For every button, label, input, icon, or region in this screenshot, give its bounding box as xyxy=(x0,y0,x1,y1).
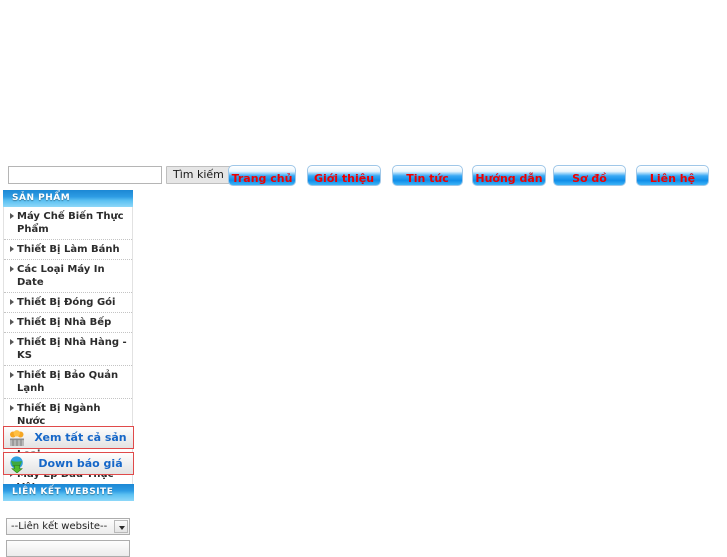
sidebar-action-buttons: Xem tất cả sản phẩm Down báo giá xyxy=(3,426,134,478)
chevron-down-icon xyxy=(114,520,128,533)
nav-button-3[interactable]: Hướng dẫn xyxy=(472,165,546,186)
nav-button-1[interactable]: Giới thiệu xyxy=(307,165,381,186)
sidebar-item-label: Máy Chế Biến Thực Phẩm xyxy=(17,211,124,235)
sidebar-item[interactable]: Thiết Bị Đóng Gói xyxy=(4,293,132,313)
arrow-right-icon xyxy=(10,339,14,345)
arrow-right-icon xyxy=(10,299,14,305)
products-panel-header: SẢN PHẨM xyxy=(3,190,133,207)
website-links-select-value: --Liên kết website-- xyxy=(11,521,108,532)
nav-button-5[interactable]: Liên hệ xyxy=(636,165,709,186)
globe-download-icon xyxy=(8,455,26,474)
arrow-right-icon xyxy=(10,372,14,378)
search-button[interactable]: Tìm kiếm xyxy=(166,166,231,184)
main-navigation: Trang chủ Giới thiệu Tin tức Hướng dẫn Sơ đồ… xyxy=(228,165,727,187)
nav-button-2[interactable]: Tin tức xyxy=(392,165,463,186)
sidebar-item-label: Thiết Bị Ngành Nước xyxy=(17,403,101,427)
top-banner-area xyxy=(0,0,727,162)
arrow-right-icon xyxy=(10,266,14,272)
action-button-0[interactable]: Xem tất cả sản phẩm xyxy=(3,426,134,449)
arrow-right-icon xyxy=(10,213,14,219)
website-links-panel: LIÊN KẾT WEBSITE --Liên kết website-- xyxy=(3,484,134,557)
sidebar-item[interactable]: Máy Chế Biến Thực Phẩm xyxy=(4,207,132,240)
arrow-right-icon xyxy=(10,405,14,411)
group-orange-icon xyxy=(8,429,26,447)
sidebar-item-label: Các Loại Máy In Date xyxy=(17,264,105,288)
sidebar-item-label: Thiết Bị Nhà Bếp xyxy=(17,317,112,328)
action-button-label: Xem tất cả sản phẩm xyxy=(34,431,127,444)
nav-button-4[interactable]: Sơ đồ xyxy=(553,165,626,186)
sidebar-item-label: Thiết Bị Nhà Hàng - KS xyxy=(17,337,127,361)
sidebar-item[interactable]: Thiết Bị Nhà Hàng - KS xyxy=(4,333,132,366)
action-button-label: Down báo giá xyxy=(38,457,123,470)
sidebar-item-label: Thiết Bị Đóng Gói xyxy=(17,297,116,308)
sidebar-item[interactable]: Các Loại Máy In Date xyxy=(4,260,132,293)
links-panel-header: LIÊN KẾT WEBSITE xyxy=(3,484,134,501)
sidebar-item[interactable]: Thiết Bị Làm Bánh xyxy=(4,240,132,260)
action-button-1[interactable]: Down báo giá xyxy=(3,452,134,475)
sidebar-item-label: Thiết Bị Làm Bánh xyxy=(17,244,120,255)
sidebar-item[interactable]: Thiết Bị Bảo Quản Lạnh xyxy=(4,366,132,399)
arrow-right-icon xyxy=(10,246,14,252)
secondary-select-partial[interactable] xyxy=(6,540,130,557)
website-links-select[interactable]: --Liên kết website-- xyxy=(6,518,130,535)
arrow-right-icon xyxy=(10,319,14,325)
search-input[interactable] xyxy=(8,166,162,184)
sidebar-item[interactable]: Thiết Bị Nhà Bếp xyxy=(4,313,132,333)
sidebar-item-label: Thiết Bị Bảo Quản Lạnh xyxy=(17,370,119,394)
nav-button-0[interactable]: Trang chủ xyxy=(228,165,296,186)
